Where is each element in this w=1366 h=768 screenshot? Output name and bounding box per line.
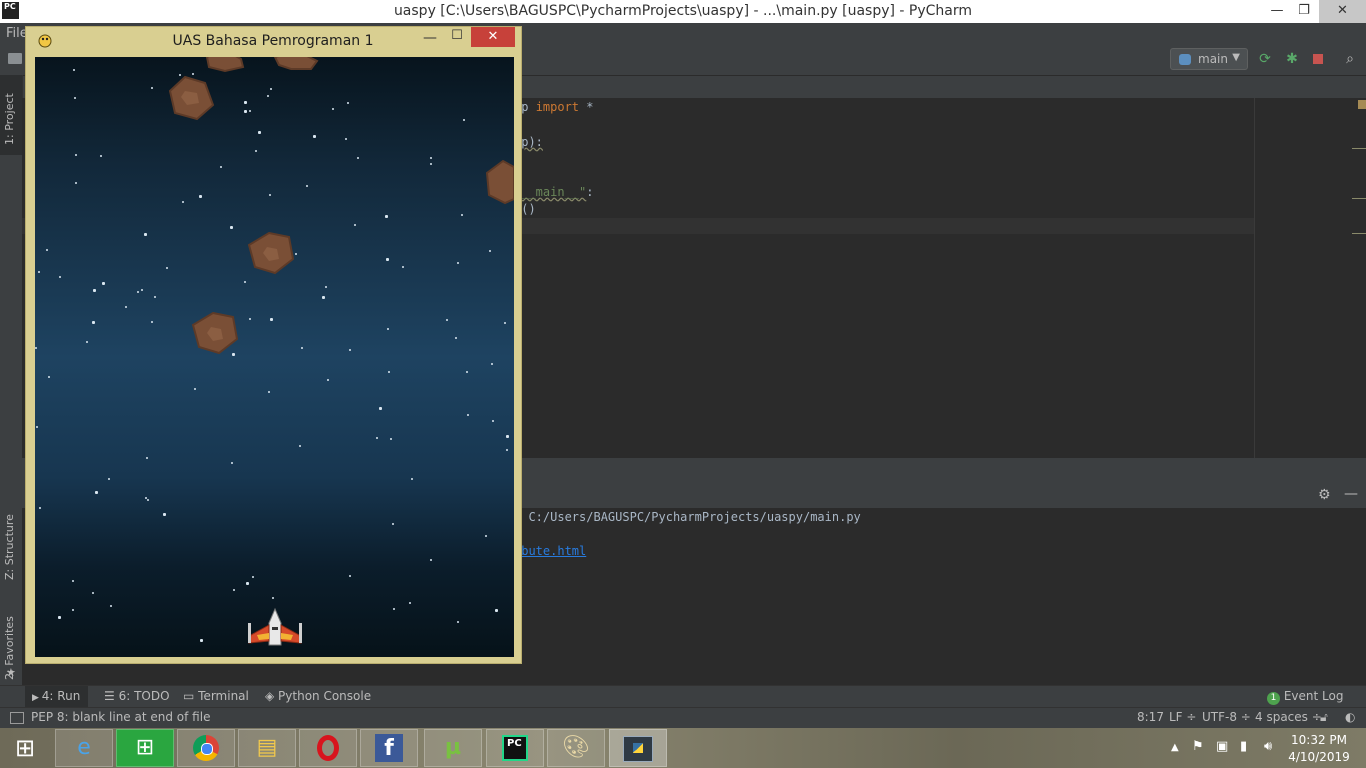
chevron-down-icon: ▼ — [1232, 52, 1240, 63]
error-stripe-mark[interactable] — [1352, 233, 1366, 234]
folder-icon[interactable] — [8, 53, 22, 64]
tab-structure[interactable]: Z: Structure — [3, 500, 19, 580]
signal-icon[interactable]: ▮ — [1240, 739, 1247, 754]
meteor — [191, 311, 239, 355]
meteor — [168, 75, 215, 121]
tab-todo[interactable]: ☰ 6: TODO — [104, 689, 170, 703]
chrome-icon[interactable] — [177, 729, 235, 767]
start-button[interactable]: ⊞ — [0, 728, 50, 768]
lock-icon[interactable]: 🔓︎ — [1320, 710, 1328, 725]
clock-time[interactable]: 10:32 PM — [1284, 733, 1354, 747]
meteor — [485, 159, 514, 205]
code-line: "__main__": — [514, 185, 594, 199]
minimize-button[interactable]: — — [1262, 0, 1292, 23]
game-window-title: UAS Bahasa Pemrograman 1 — [172, 33, 374, 49]
error-stripe-mark[interactable] — [1352, 198, 1366, 199]
action-center-icon[interactable]: ⚑ — [1192, 739, 1204, 754]
python-taskbar-icon[interactable] — [609, 729, 667, 767]
tab-project[interactable]: 1: Project — [3, 85, 19, 145]
toggle-tool-windows-icon[interactable] — [10, 712, 24, 724]
opera-icon[interactable] — [299, 729, 357, 767]
inspector-icon[interactable]: ◐ — [1345, 710, 1355, 724]
ide-titlebar: PC uaspy [C:\Users\BAGUSPC\PycharmProjec… — [0, 0, 1366, 23]
terminal-icon: ▭ — [183, 689, 199, 703]
event-log-button[interactable]: 1 Event Log — [1267, 689, 1343, 705]
debug-icon[interactable]: ✱ — [1283, 50, 1301, 68]
utorrent-icon[interactable]: µ — [424, 729, 482, 767]
event-log-badge: 1 — [1267, 692, 1280, 705]
internet-explorer-icon[interactable]: e — [55, 729, 113, 767]
tab-python-console[interactable]: ◈ Python Console — [265, 689, 371, 703]
inspection-status-icon[interactable] — [1358, 100, 1366, 109]
close-button[interactable]: ✕ — [1319, 0, 1366, 23]
meteor — [205, 57, 245, 73]
star-icon: ★ — [6, 666, 16, 679]
console-link[interactable]: ibute.html — [514, 544, 586, 558]
indent-setting[interactable]: 4 spaces ÷ — [1255, 710, 1322, 724]
file-encoding[interactable]: UTF-8 ÷ — [1202, 710, 1251, 724]
python-console-icon: ◈ — [265, 689, 279, 703]
game-minimize-button[interactable]: — — [420, 30, 440, 46]
stop-button[interactable] — [1309, 50, 1327, 68]
gear-icon[interactable]: ⚙ — [1318, 487, 1331, 503]
clock-date[interactable]: 4/10/2019 — [1284, 750, 1354, 764]
run-config-select[interactable]: main ▼ — [1170, 48, 1248, 70]
play-icon: ▶ — [32, 693, 42, 703]
editor-right-gutter — [1254, 98, 1366, 458]
run-config-label: main — [1198, 52, 1228, 66]
game-canvas[interactable] — [35, 57, 514, 657]
ide-window-title: uaspy [C:\Users\BAGUSPC\PycharmProjects\… — [393, 3, 973, 19]
tab-terminal[interactable]: ▭ Terminal — [183, 689, 249, 703]
game-maximize-button[interactable]: ☐ — [447, 28, 467, 44]
tab-run[interactable]: ▶ 4: Run — [32, 689, 80, 703]
paint-icon[interactable]: 🎨︎ — [547, 729, 605, 767]
pygame-snake-icon — [37, 33, 53, 49]
hide-panel-icon[interactable]: — — [1344, 486, 1358, 502]
search-icon[interactable]: ⌕ — [1341, 50, 1359, 68]
windows-store-icon[interactable]: ⊞ — [116, 729, 174, 767]
restore-button[interactable]: ❐ — [1289, 0, 1319, 23]
left-tool-rail: 1: Project Z: Structure 2: Favorites ★ — [0, 75, 23, 685]
status-message: PEP 8: blank line at end of file — [31, 710, 211, 724]
run-command-line: e C:/Users/BAGUSPC/PycharmProjects/uaspy… — [514, 510, 861, 524]
file-explorer-icon[interactable]: ▤ — [238, 729, 296, 767]
volume-icon[interactable]: 🔊︎ — [1264, 739, 1272, 754]
game-sprites — [168, 57, 514, 646]
rerun-icon[interactable]: ⟳ — [1256, 50, 1274, 68]
code-line: op import * — [514, 100, 594, 114]
meteor — [273, 57, 319, 70]
network-warning-icon[interactable]: ▣ — [1216, 739, 1228, 754]
game-close-button[interactable]: ✕ — [471, 27, 515, 47]
list-icon: ☰ — [104, 689, 119, 703]
meteor — [247, 231, 295, 275]
player-spaceship — [248, 607, 302, 646]
show-hidden-icons[interactable]: ▲ — [1171, 742, 1179, 753]
caret-position[interactable]: 8:17 — [1137, 710, 1164, 724]
line-separator[interactable]: LF ÷ — [1169, 710, 1196, 724]
python-icon — [1179, 54, 1191, 65]
error-stripe-mark[interactable] — [1352, 148, 1366, 149]
pycharm-taskbar-icon[interactable]: PC — [486, 729, 544, 767]
facebook-icon[interactable]: f — [360, 729, 418, 767]
